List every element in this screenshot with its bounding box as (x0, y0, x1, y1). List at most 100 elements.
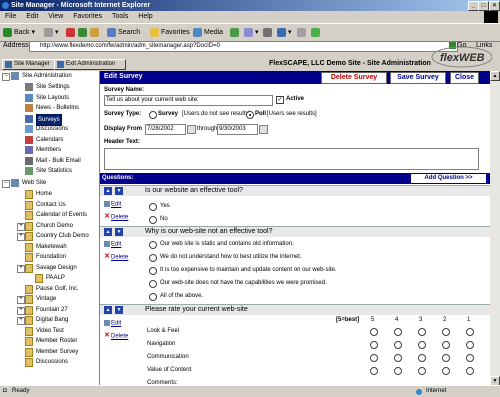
q2-row-3-rating-3-radio[interactable] (418, 367, 426, 375)
menu-view[interactable]: View (48, 13, 63, 20)
q2-row-2-rating-2-radio[interactable] (442, 354, 450, 362)
q2-row-0-label: Look & Feel (147, 328, 180, 334)
survey-type-poll-note: [Users see results] (267, 111, 317, 117)
survey-type-survey-radio[interactable] (149, 111, 157, 119)
q2-row-2-rating-5-radio[interactable] (370, 354, 378, 362)
tree-page-label: Maketewah (36, 243, 67, 250)
move-up-question-0-button[interactable]: ▲ (104, 187, 112, 195)
edit-question-2-link[interactable]: Edit (104, 320, 121, 327)
tree-page-label: Fountain 27 (36, 306, 68, 313)
q2-row-0-rating-5-radio[interactable] (370, 328, 378, 336)
from-calendar-icon[interactable] (187, 125, 196, 134)
mail-button[interactable]: ▾ (244, 27, 259, 38)
back-button[interactable]: Back ▾ (3, 27, 35, 38)
forward-button[interactable]: ▾ (44, 27, 59, 38)
history-button[interactable] (230, 27, 241, 38)
collapse-web-site-toggle[interactable]: − (2, 180, 10, 188)
delete-question-0-link[interactable]: ✕Delete (104, 213, 128, 221)
discuss-button[interactable] (297, 27, 308, 38)
delete-survey-button[interactable]: Delete Survey (321, 72, 387, 84)
survey-type-poll-radio[interactable] (246, 111, 254, 119)
q1-option-2-radio[interactable] (149, 267, 157, 275)
media-icon (193, 27, 202, 37)
q0-option-0-radio[interactable] (149, 203, 157, 211)
menu-tools[interactable]: Tools (112, 13, 128, 20)
messenger-button[interactable] (311, 27, 322, 38)
q1-option-0-radio[interactable] (149, 241, 157, 249)
menu-favorites[interactable]: Favorites (73, 13, 102, 20)
vertical-scrollbar[interactable]: ▲ ▼ (490, 71, 500, 386)
q2-row-3-rating-2-radio[interactable] (442, 367, 450, 375)
media-button[interactable]: Media (193, 27, 223, 38)
q2-row-3-rating-5-radio[interactable] (370, 367, 378, 375)
survey-editor: Edit Survey Delete Survey Save Survey Cl… (100, 71, 490, 385)
q2-row-3-rating-1-radio[interactable] (466, 367, 474, 375)
save-survey-button[interactable]: Save Survey (390, 72, 446, 84)
tree-page-label: Discussions (36, 359, 69, 365)
move-down-question-2-button[interactable]: ▼ (115, 306, 123, 314)
to-date-input[interactable]: 9/30/2003 (217, 124, 258, 135)
active-checkbox[interactable]: ✓ (276, 96, 284, 104)
menu-edit[interactable]: Edit (26, 13, 38, 20)
exit-administration-tab[interactable]: Exit Administration (54, 59, 126, 70)
q2-row-0-rating-1-radio[interactable] (466, 328, 474, 336)
site-manager-tab[interactable]: Site Manager (2, 59, 59, 70)
survey-name-input[interactable]: Tell us about your current web site: (104, 95, 273, 106)
menu-file[interactable]: File (5, 13, 16, 20)
q1-option-4-radio[interactable] (149, 293, 157, 301)
expand-digital-bang-toggle[interactable]: + (17, 317, 25, 325)
expand-country-club-demo-toggle[interactable]: + (17, 233, 25, 241)
scroll-up-button[interactable]: ▲ (490, 71, 500, 81)
expand-savage-design-toggle[interactable]: + (17, 264, 25, 273)
edit-question-0-link[interactable]: Edit (104, 201, 121, 208)
collapse-site-admin-toggle[interactable]: − (2, 73, 10, 81)
expand-fountain-27-toggle[interactable]: + (17, 306, 25, 315)
move-up-question-2-button[interactable]: ▲ (104, 306, 112, 314)
q2-row-0-rating-4-radio[interactable] (394, 328, 402, 336)
to-calendar-icon[interactable] (259, 125, 268, 134)
add-question-button[interactable]: Add Question >> (411, 174, 486, 183)
expand-church-demo-toggle[interactable]: + (17, 222, 25, 231)
q2-row-1-rating-2-radio[interactable] (442, 341, 450, 349)
delete-question-1-link[interactable]: ✕Delete (104, 253, 128, 261)
search-button[interactable]: Search (107, 27, 140, 38)
address-input[interactable]: http://www.flexdemo.com/fw/admin/adm_sit… (29, 41, 458, 52)
q2-row-0-rating-3-radio[interactable] (418, 328, 426, 336)
expand-vintage-toggle[interactable]: + (17, 296, 25, 304)
q2-row-2-rating-4-radio[interactable] (394, 354, 402, 362)
delete-question-2-link[interactable]: ✕Delete (104, 332, 128, 340)
active-label: Active (286, 96, 305, 102)
q2-row-1-rating-3-radio[interactable] (418, 341, 426, 349)
move-down-question-1-button[interactable]: ▼ (115, 228, 123, 236)
tree-page-label: Church Demo (36, 222, 74, 229)
move-down-question-0-button[interactable]: ▼ (115, 187, 123, 195)
close-window-button[interactable]: × (489, 1, 500, 11)
q2-row-0-rating-2-radio[interactable] (442, 328, 450, 336)
q2-row-3-rating-4-radio[interactable] (394, 367, 402, 375)
stop-button[interactable] (66, 27, 77, 38)
q0-option-1-radio[interactable] (149, 216, 157, 224)
edit-page-button[interactable]: ▾ (277, 27, 292, 38)
move-up-question-1-button[interactable]: ▲ (104, 228, 112, 236)
q1-option-3-radio[interactable] (149, 280, 157, 288)
q2-row-2-rating-3-radio[interactable] (418, 354, 426, 362)
favorites-button[interactable]: Favorites (150, 27, 190, 38)
q2-row-1-rating-4-radio[interactable] (394, 341, 402, 349)
q2-row-1-rating-5-radio[interactable] (370, 341, 378, 349)
from-date-input[interactable]: 7/28/2002 (145, 124, 186, 135)
edit-question-1-link[interactable]: Edit (104, 241, 121, 248)
stop-icon (66, 27, 75, 37)
home-button[interactable] (90, 27, 101, 38)
menu-help[interactable]: Help (138, 13, 152, 20)
maximize-button[interactable]: □ (478, 1, 489, 11)
header-text-area[interactable] (104, 148, 479, 170)
q2-row-1-rating-1-radio[interactable] (466, 341, 474, 349)
print-button[interactable] (263, 27, 274, 38)
search-icon (107, 27, 116, 37)
q2-row-2-rating-1-radio[interactable] (466, 354, 474, 362)
flexweb-logo: flexWEB (428, 46, 493, 68)
mail-icon (244, 27, 253, 37)
q1-option-1-radio[interactable] (149, 254, 157, 262)
close-button[interactable]: Close (450, 72, 479, 84)
refresh-button[interactable] (78, 27, 89, 38)
